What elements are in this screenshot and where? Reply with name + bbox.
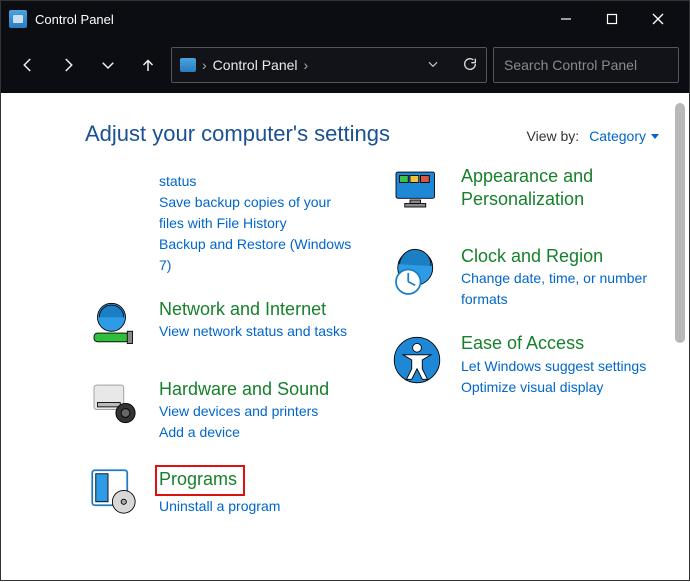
viewby-label: View by: xyxy=(527,128,580,144)
partial-category: status Save backup copies of your files … xyxy=(85,169,357,276)
link-optimize-display[interactable]: Optimize visual display xyxy=(461,377,646,398)
category-clock-title[interactable]: Clock and Region xyxy=(461,246,603,266)
programs-icon xyxy=(85,463,145,523)
chevron-down-icon xyxy=(651,134,659,139)
programs-highlight: Programs xyxy=(155,465,245,495)
link-add-device[interactable]: Add a device xyxy=(159,422,329,443)
category-ease-title[interactable]: Ease of Access xyxy=(461,333,584,353)
address-history-button[interactable] xyxy=(426,57,440,74)
category-programs: Programs Uninstall a program xyxy=(85,463,357,523)
link-backup-restore[interactable]: Backup and Restore (Windows 7) xyxy=(159,234,357,276)
scrollbar[interactable] xyxy=(675,103,685,578)
back-button[interactable] xyxy=(11,48,45,82)
refresh-button[interactable] xyxy=(462,56,478,75)
link-status[interactable]: status xyxy=(159,171,357,192)
up-button[interactable] xyxy=(131,48,165,82)
link-date-time-formats[interactable]: Change date, time, or number formats xyxy=(461,268,659,310)
link-suggest-settings[interactable]: Let Windows suggest settings xyxy=(461,356,646,377)
category-appearance-title[interactable]: Appearance and Personalization xyxy=(461,166,593,209)
link-network-status[interactable]: View network status and tasks xyxy=(159,321,347,342)
appearance-icon xyxy=(387,163,447,223)
control-panel-icon xyxy=(9,10,27,28)
category-hardware: Hardware and Sound View devices and prin… xyxy=(85,376,357,443)
recent-locations-button[interactable] xyxy=(91,48,125,82)
network-icon xyxy=(85,296,145,356)
left-column: status Save backup copies of your files … xyxy=(85,169,357,543)
scrollbar-thumb[interactable] xyxy=(675,103,685,343)
viewby-value: Category xyxy=(589,128,646,144)
maximize-button[interactable] xyxy=(589,1,635,37)
link-devices-printers[interactable]: View devices and printers xyxy=(159,401,329,422)
breadcrumb-separator: › xyxy=(202,57,207,73)
hardware-icon xyxy=(85,376,145,436)
content-area: Adjust your computer's settings View by:… xyxy=(1,93,689,582)
search-input[interactable] xyxy=(504,57,685,73)
minimize-button[interactable] xyxy=(543,1,589,37)
category-clock: Clock and Region Change date, time, or n… xyxy=(387,243,659,310)
page-title: Adjust your computer's settings xyxy=(85,121,390,147)
titlebar: Control Panel xyxy=(1,1,689,37)
category-appearance: Appearance and Personalization xyxy=(387,163,659,223)
navbar: › Control Panel › xyxy=(1,37,689,93)
category-network-title[interactable]: Network and Internet xyxy=(159,299,326,319)
clock-icon xyxy=(387,243,447,303)
category-ease: Ease of Access Let Windows suggest setti… xyxy=(387,330,659,397)
right-column: Appearance and Personalization Clock and… xyxy=(387,169,659,543)
control-panel-mini-icon xyxy=(180,58,196,72)
link-file-history[interactable]: Save backup copies of your files with Fi… xyxy=(159,192,357,234)
window-title: Control Panel xyxy=(35,12,114,27)
category-network: Network and Internet View network status… xyxy=(85,296,357,356)
address-bar[interactable]: › Control Panel › xyxy=(171,47,487,83)
forward-button[interactable] xyxy=(51,48,85,82)
close-button[interactable] xyxy=(635,1,681,37)
breadcrumb-separator: › xyxy=(304,57,309,73)
search-box[interactable] xyxy=(493,47,679,83)
breadcrumb-root[interactable]: Control Panel xyxy=(213,57,298,73)
link-uninstall-program[interactable]: Uninstall a program xyxy=(159,496,280,517)
ease-of-access-icon xyxy=(387,330,447,390)
category-programs-title[interactable]: Programs xyxy=(159,469,237,489)
viewby-dropdown[interactable]: Category xyxy=(589,128,659,144)
category-hardware-title[interactable]: Hardware and Sound xyxy=(159,379,329,399)
